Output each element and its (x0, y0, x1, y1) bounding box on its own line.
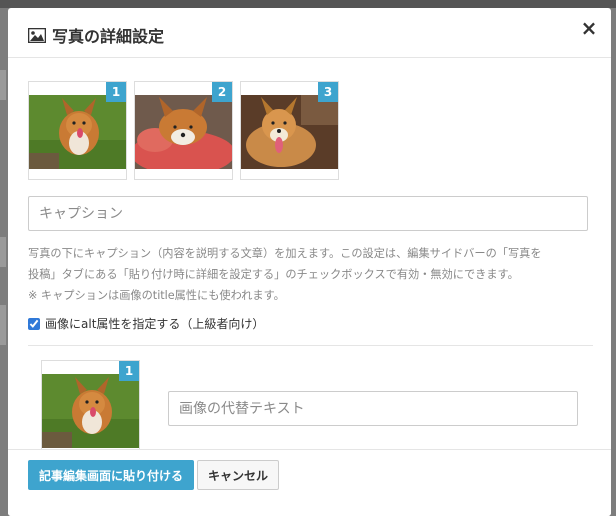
divider (28, 345, 593, 346)
corgi-on-red-blanket-photo (135, 95, 232, 169)
alt-text-input[interactable] (168, 391, 578, 426)
dialog-title: 写真の詳細設定 (28, 23, 164, 47)
caption-description: 写真の下にキャプション（内容を説明する文章）を加えます。この設定は、編集サイドバ… (28, 243, 593, 306)
close-button[interactable]: × (579, 18, 599, 38)
cancel-button[interactable]: キャンセル (197, 460, 279, 490)
image-number-badge: 1 (119, 361, 139, 381)
background-bar (0, 305, 6, 345)
background-bar (0, 237, 6, 267)
alt-attribute-option[interactable]: 画像にalt属性を指定する（上級者向け） (28, 315, 264, 332)
dialog-title-text: 写真の詳細設定 (52, 27, 165, 46)
image-icon (28, 27, 46, 43)
image-number-badge: 3 (318, 82, 338, 102)
image-thumbnails: 1 2 3 (28, 81, 339, 180)
corgi-on-grass-photo (29, 95, 126, 169)
dialog-footer: 記事編集画面に貼り付ける キャンセル (8, 449, 611, 516)
corgi-tongue-out-photo (241, 95, 338, 169)
image-thumbnail[interactable]: 2 (134, 81, 233, 180)
alt-attribute-checkbox[interactable] (28, 317, 40, 330)
alt-image-thumbnail: 1 (41, 360, 140, 449)
caption-note: ※ キャプションは画像のtitle属性にも使われます。 (28, 289, 285, 302)
background-bar (0, 70, 6, 100)
image-thumbnail[interactable]: 1 (28, 81, 127, 180)
dialog-body: 1 2 3 キャプション 写真の下にキャプション（内容を説明する文章）を加えます… (8, 59, 611, 449)
corgi-on-grass-photo (42, 374, 139, 448)
background-topbar (0, 0, 616, 8)
image-number-badge: 2 (212, 82, 232, 102)
caption-input[interactable] (28, 196, 588, 231)
dialog-header: 写真の詳細設定 × (8, 8, 611, 58)
caption-description-line: 写真の下にキャプション（内容を説明する文章）を加えます。この設定は、編集サイドバ… (28, 247, 542, 260)
image-thumbnail[interactable]: 3 (240, 81, 339, 180)
caption-description-line: 投稿」タブにある「貼り付け時に詳細を設定する」のチェックボックスで有効・無効にで… (28, 268, 519, 281)
paste-to-editor-button[interactable]: 記事編集画面に貼り付ける (28, 460, 194, 490)
alt-attribute-label: 画像にalt属性を指定する（上級者向け） (45, 317, 265, 331)
photo-settings-dialog: 写真の詳細設定 × 1 2 3 キャプション 写真の下にキャプション（内容を説明… (8, 8, 611, 516)
image-number-badge: 1 (106, 82, 126, 102)
